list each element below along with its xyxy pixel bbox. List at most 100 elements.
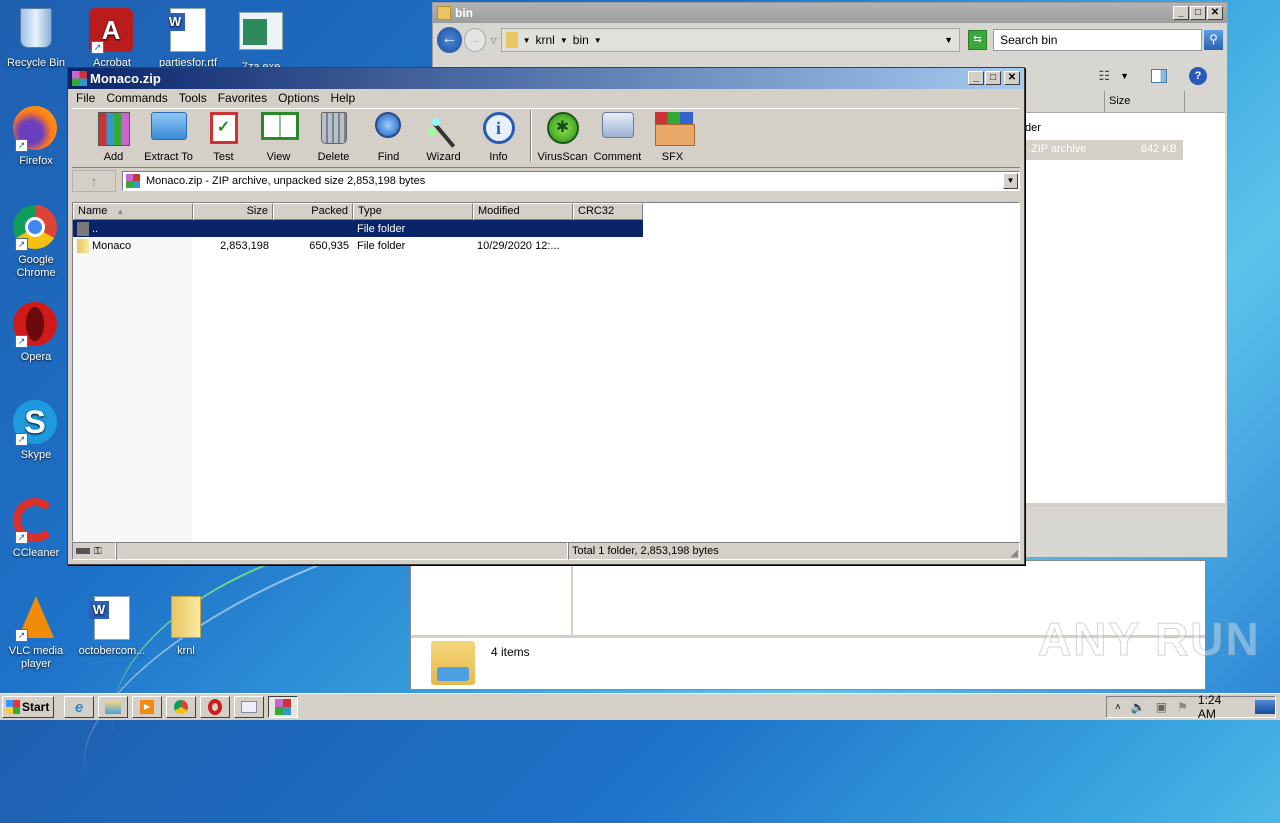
- magnifier-icon: [371, 112, 407, 148]
- address-dropdown[interactable]: ▼: [944, 35, 953, 45]
- show-hidden-icons[interactable]: ˄: [1115, 702, 1121, 713]
- column-size[interactable]: Size: [193, 203, 273, 220]
- search-input[interactable]: Search bin: [993, 29, 1203, 51]
- archive-path-combo[interactable]: Monaco.zip - ZIP archive, unpacked size …: [122, 171, 1020, 191]
- chevron-down-icon[interactable]: ▼: [523, 36, 531, 45]
- delete-button[interactable]: Delete: [306, 110, 361, 163]
- column-packed[interactable]: Packed: [273, 203, 353, 220]
- breadcrumb-bin[interactable]: bin: [573, 33, 589, 47]
- extract-to-button[interactable]: Extract To: [141, 106, 196, 163]
- taskbar-chrome[interactable]: [166, 696, 196, 718]
- info-icon: i: [481, 112, 517, 148]
- explorer-navbar: ← → ▽ ▼ krnl ▼ bin ▼ ▼ ⇆ Search bin ⚲: [433, 23, 1227, 57]
- folder-icon: [163, 596, 209, 642]
- resize-grip-icon[interactable]: ◢: [1010, 548, 1018, 559]
- maximize-button[interactable]: □: [1190, 6, 1206, 20]
- view-button[interactable]: View: [251, 106, 306, 163]
- key-icon[interactable]: ⚿: [94, 546, 102, 557]
- comment-button[interactable]: Comment: [590, 110, 645, 163]
- list-item-selected[interactable]: ZIP archive 642 KB: [1025, 140, 1183, 160]
- chrome-icon: [174, 700, 188, 714]
- breadcrumb-krnl[interactable]: krnl: [536, 33, 555, 47]
- desktop-icon-skype[interactable]: S ↗ Skype: [0, 400, 72, 462]
- folder-icon: [77, 238, 89, 253]
- volume-icon[interactable]: 🔈: [1131, 700, 1146, 714]
- minimize-button[interactable]: _: [968, 71, 984, 85]
- virusscan-button[interactable]: ✱ VirusScan: [535, 112, 590, 163]
- opera-icon: ↗: [13, 302, 59, 348]
- help-icon[interactable]: ?: [1189, 67, 1207, 85]
- taskbar-media-player[interactable]: ▶: [132, 696, 162, 718]
- action-center-flag-icon[interactable]: ⚑: [1177, 700, 1188, 714]
- status-total: Total 1 folder, 2,853,198 bytes ◢: [568, 542, 1020, 560]
- desktop-icon-firefox[interactable]: ↗ Firefox: [0, 106, 72, 168]
- minimize-button[interactable]: _: [1173, 6, 1189, 20]
- wizard-button[interactable]: Wizard: [416, 112, 471, 163]
- window-title: Monaco.zip: [90, 71, 161, 86]
- word-doc-icon: W: [165, 8, 211, 54]
- chevron-down-icon[interactable]: ▼: [594, 36, 602, 45]
- test-clipboard-icon: ✓: [206, 112, 242, 148]
- find-button[interactable]: Find: [361, 110, 416, 163]
- clock[interactable]: 1:24 AM: [1198, 693, 1241, 721]
- column-type[interactable]: Type: [353, 203, 473, 220]
- show-desktop-button[interactable]: [1255, 700, 1275, 714]
- column-crc32[interactable]: CRC32: [573, 203, 643, 220]
- close-button[interactable]: ✕: [1004, 71, 1020, 85]
- menu-bar: File Commands Tools Favorites Options He…: [68, 89, 1024, 108]
- back-button[interactable]: ←: [437, 27, 462, 53]
- close-button[interactable]: ✕: [1207, 6, 1223, 20]
- drive-icon[interactable]: [76, 548, 90, 554]
- preview-pane-icon[interactable]: [1151, 69, 1167, 83]
- address-bar[interactable]: ▼ krnl ▼ bin ▼ ▼: [500, 28, 961, 52]
- add-button[interactable]: Add: [86, 112, 141, 163]
- column-modified[interactable]: Modified: [473, 203, 573, 220]
- desktop-icon-octobercom[interactable]: W octobercom...: [76, 596, 148, 658]
- taskbar-winrar[interactable]: [268, 696, 298, 718]
- taskbar-windows-explorer[interactable]: [98, 696, 128, 718]
- chevron-down-icon[interactable]: ▼: [1120, 71, 1129, 81]
- sort-ascending-icon: ▲: [116, 207, 125, 216]
- system-tray: ˄ 🔈 ▣ ⚑ 1:24 AM: [1106, 693, 1276, 721]
- info-button[interactable]: i Info: [471, 112, 526, 163]
- recent-pages-dropdown[interactable]: ▽: [490, 36, 496, 45]
- explorer-titlebar[interactable]: bin _ □ ✕: [433, 3, 1227, 23]
- path-dropdown-button[interactable]: ▼: [1003, 173, 1018, 189]
- sfx-button[interactable]: SFX: [645, 112, 700, 163]
- table-row[interactable]: Monaco 2,853,198 650,935 File folder 10/…: [73, 237, 1019, 254]
- list-item-partial[interactable]: der: [1025, 113, 1225, 134]
- forward-button[interactable]: →: [463, 28, 487, 52]
- chevron-down-icon[interactable]: ▼: [560, 36, 568, 45]
- view-options-icon[interactable]: ☷: [1098, 68, 1110, 84]
- network-icon[interactable]: ▣: [1156, 700, 1167, 714]
- desktop-icon-ccleaner[interactable]: ↗ CCleaner: [0, 498, 72, 560]
- status-icons: ⚿: [72, 542, 116, 560]
- menu-help[interactable]: Help: [326, 91, 362, 108]
- media-player-icon: ▶: [140, 700, 154, 714]
- desktop-icon-krnl[interactable]: krnl: [150, 596, 222, 658]
- menu-file[interactable]: File: [72, 91, 102, 108]
- desktop-icon-partiesfor[interactable]: W partiesfor.rtf: [152, 8, 224, 70]
- start-button[interactable]: Start: [2, 696, 54, 718]
- refresh-button[interactable]: ⇆: [968, 30, 988, 50]
- desktop-icon-acrobat[interactable]: A ↗ Acrobat: [76, 8, 148, 70]
- desktop-icon-opera[interactable]: ↗ Opera: [0, 302, 72, 364]
- maximize-button[interactable]: □: [985, 71, 1001, 85]
- desktop-icon-chrome[interactable]: ↗ Google Chrome: [0, 205, 72, 280]
- column-name[interactable]: Name ▲: [73, 203, 193, 220]
- taskbar-opera[interactable]: [200, 696, 230, 718]
- winrar-window[interactable]: Monaco.zip _ □ ✕ File Commands Tools Fav…: [67, 67, 1025, 565]
- desktop-icon-recycle-bin[interactable]: Recycle Bin: [0, 8, 72, 70]
- desktop-icon-vlc[interactable]: ↗ VLC media player: [0, 596, 72, 671]
- table-row-parent[interactable]: .. File folder: [73, 220, 643, 237]
- file-list[interactable]: Name ▲ Size Packed Type Modified CRC32 .…: [72, 202, 1020, 542]
- column-size[interactable]: Size: [1105, 91, 1185, 112]
- test-button[interactable]: ✓ Test: [196, 110, 251, 163]
- up-one-level-button[interactable]: ↑: [72, 170, 116, 192]
- search-button[interactable]: ⚲: [1204, 30, 1224, 50]
- sfx-box-icon: [654, 112, 695, 148]
- winrar-titlebar[interactable]: Monaco.zip _ □ ✕: [68, 68, 1024, 89]
- taskbar-internet-explorer[interactable]: e: [64, 696, 94, 718]
- desktop-icon-7za[interactable]: 7za.exe: [225, 8, 297, 74]
- taskbar-7za[interactable]: [234, 696, 264, 718]
